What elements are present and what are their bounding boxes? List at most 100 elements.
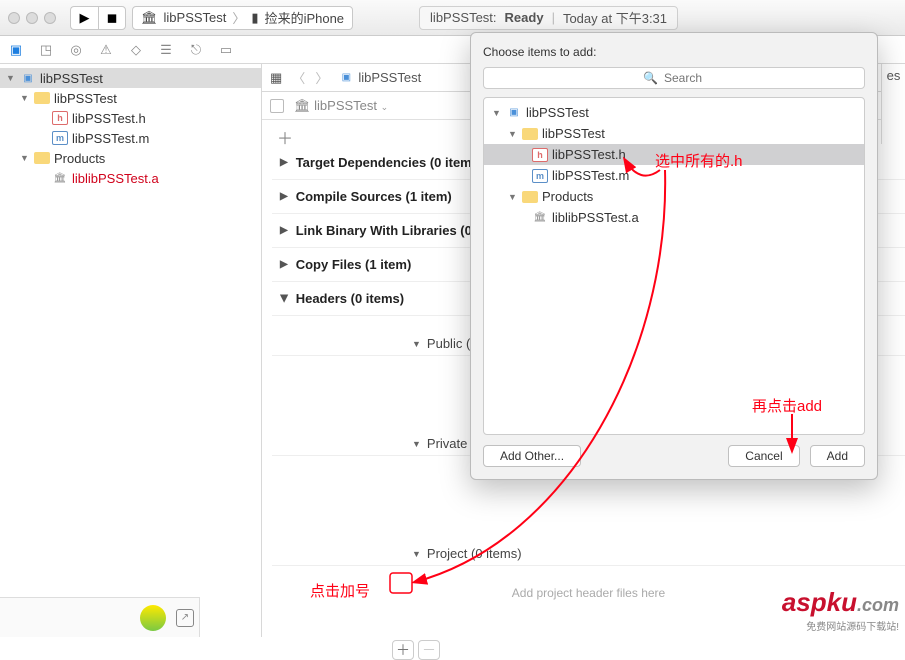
zoom-window-icon[interactable]	[44, 12, 56, 24]
folder-icon	[34, 152, 50, 164]
source-control-navigator-icon[interactable]: ◳	[38, 42, 54, 58]
disclosure-triangle-icon[interactable]: ▶	[280, 259, 288, 270]
phase-label: Headers (0 items)	[296, 291, 404, 306]
disclosure-triangle-icon[interactable]: ▼	[508, 129, 518, 139]
add-header-button[interactable]: ＋	[392, 640, 414, 660]
library-icon: 🏛	[141, 10, 158, 26]
activity-status: libPSSTest: Ready | Today at 下午3:31	[419, 6, 678, 30]
phase-label: Copy Files (1 item)	[296, 257, 412, 272]
debug-navigator-icon[interactable]: ⎋	[188, 42, 204, 58]
disclosure-triangle-icon[interactable]: ▼	[412, 549, 421, 559]
group-libpsstest[interactable]: ▼ libPSSTest	[0, 88, 261, 108]
target-dropdown-label: libPSSTest	[314, 98, 377, 113]
disclosure-triangle-icon[interactable]: ▶	[280, 225, 288, 236]
test-navigator-icon[interactable]: ☰	[158, 42, 174, 58]
project-root[interactable]: ▼ ▣ libPSSTest	[0, 68, 261, 88]
target-dropdown[interactable]: 🏛 libPSSTest ⌄	[294, 98, 388, 114]
scheme-target-label: libPSSTest	[164, 10, 227, 25]
disclosure-triangle-icon[interactable]: ▼	[412, 439, 421, 449]
group-label: Products	[54, 151, 105, 166]
library-icon: 🏛	[294, 98, 311, 113]
device-icon: ▮	[251, 10, 258, 26]
tree-file-h[interactable]: h libPSSTest.h	[484, 144, 864, 165]
phase-label: Compile Sources (1 item)	[296, 189, 452, 204]
cancel-button[interactable]: Cancel	[728, 445, 799, 467]
minimize-window-icon[interactable]	[26, 12, 38, 24]
search-icon: 🔍	[643, 71, 658, 85]
file-h-label: libPSSTest.h	[72, 111, 146, 126]
status-time: Today at 下午3:31	[563, 8, 667, 27]
symbol-navigator-icon[interactable]: ◎	[68, 42, 84, 58]
watermark-sub: 免费网站源码下载站!	[782, 618, 899, 633]
section-label: Project (0 items)	[427, 546, 522, 561]
add-button[interactable]: Add	[810, 445, 865, 467]
project-root-label: libPSSTest	[40, 71, 103, 86]
related-items-icon[interactable]: ▦	[270, 70, 282, 86]
group-products[interactable]: ▼ Products	[0, 148, 261, 168]
crumb-label[interactable]: libPSSTest	[358, 70, 421, 85]
impl-file-icon: m	[532, 169, 548, 183]
disclosure-triangle-icon[interactable]: ▼	[508, 192, 518, 202]
tree-project[interactable]: ▼▣libPSSTest	[484, 102, 864, 123]
dropdown-chevron-icon: ⌄	[381, 102, 389, 112]
avatar-icon[interactable]	[140, 605, 166, 631]
tree-label: libPSSTest.m	[552, 168, 629, 183]
tree-file-m[interactable]: m libPSSTest.m	[484, 165, 864, 186]
library-icon: 🏛	[532, 211, 548, 225]
disclosure-triangle-icon[interactable]: ▼	[20, 153, 30, 163]
tree-group[interactable]: ▼ libPSSTest	[484, 123, 864, 144]
disclosure-triangle-icon[interactable]: ▼	[20, 93, 30, 103]
disclosure-triangle-icon[interactable]: ▼	[492, 108, 502, 118]
availability-icon[interactable]: ↗	[176, 609, 194, 627]
forward-icon[interactable]: 〉	[315, 68, 328, 87]
headers-project[interactable]: ▼ Project (0 items)	[272, 542, 905, 566]
traffic-lights[interactable]	[8, 12, 56, 24]
product-a[interactable]: 🏛 liblibPSSTest.a	[0, 168, 261, 188]
window-toolbar: ▶ ◼ 🏛 libPSSTest 〉 ▮ 捡来的iPhone libPSSTes…	[0, 0, 905, 36]
disclosure-triangle-icon[interactable]: ▼	[6, 73, 16, 83]
project-navigator-icon[interactable]: ▣	[8, 42, 24, 58]
stop-button[interactable]: ◼	[98, 6, 126, 30]
tree-label: Products	[542, 189, 593, 204]
status-state: Ready	[505, 10, 544, 25]
watermark: aspku.com 免费网站源码下载站!	[782, 587, 899, 633]
folder-icon	[522, 191, 538, 203]
watermark-domain: .com	[857, 595, 899, 615]
scheme-device-label: 捡来的iPhone	[265, 8, 344, 27]
scheme-selector[interactable]: 🏛 libPSSTest 〉 ▮ 捡来的iPhone	[132, 6, 353, 30]
disclosure-triangle-icon[interactable]: ▼	[412, 339, 421, 349]
file-m-label: libPSSTest.m	[72, 131, 149, 146]
header-file-icon: h	[532, 148, 548, 162]
status-project: libPSSTest:	[430, 10, 496, 25]
search-input[interactable]	[483, 67, 865, 89]
remove-header-button[interactable]: －	[418, 640, 440, 660]
disclosure-triangle-icon[interactable]: ▶	[280, 157, 288, 168]
product-a-label: liblibPSSTest.a	[72, 171, 159, 186]
tree-products[interactable]: ▼ Products	[484, 186, 864, 207]
back-icon[interactable]: 〈	[292, 68, 305, 87]
popover-file-tree[interactable]: ▼▣libPSSTest ▼ libPSSTest h libPSSTest.h m…	[483, 97, 865, 435]
tree-label: libPSSTest.h	[552, 147, 626, 162]
tree-product-a[interactable]: 🏛liblibPSSTest.a	[484, 207, 864, 228]
folder-icon	[522, 128, 538, 140]
play-icon: ▶	[80, 10, 90, 26]
file-m[interactable]: m libPSSTest.m	[0, 128, 261, 148]
presence-dock: ↗	[0, 597, 200, 637]
filter-toggle[interactable]	[270, 99, 284, 113]
breakpoint-navigator-icon[interactable]: ▭	[218, 42, 234, 58]
add-phase-button[interactable]: ＋	[276, 128, 294, 146]
find-navigator-icon[interactable]: ⚠	[98, 42, 114, 58]
close-window-icon[interactable]	[8, 12, 20, 24]
impl-file-icon: m	[52, 131, 68, 145]
xcodeproj-icon: ▣	[338, 71, 354, 85]
project-navigator: ▼ ▣ libPSSTest ▼ libPSSTest h libPSSTest…	[0, 64, 262, 637]
popover-title: Choose items to add:	[483, 45, 865, 59]
run-button[interactable]: ▶	[70, 6, 98, 30]
disclosure-triangle-icon[interactable]: ▶	[280, 191, 288, 202]
disclosure-triangle-icon[interactable]: ▶	[278, 295, 289, 303]
tree-label: libPSSTest	[542, 126, 605, 141]
file-h[interactable]: h libPSSTest.h	[0, 108, 261, 128]
add-other-button[interactable]: Add Other...	[483, 445, 581, 467]
issue-navigator-icon[interactable]: ◇	[128, 42, 144, 58]
xcodeproj-icon: ▣	[20, 71, 36, 85]
